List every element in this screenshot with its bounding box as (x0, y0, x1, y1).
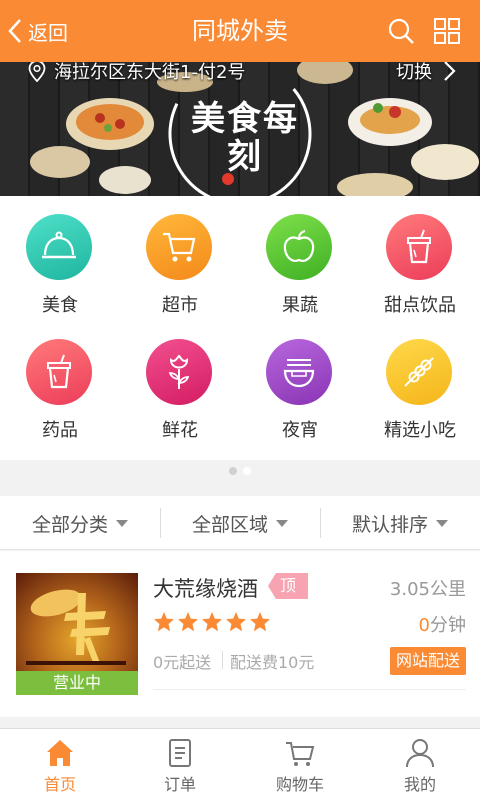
shop-name: 大荒缘烧酒 (153, 577, 258, 601)
switch-label: 切换 (396, 62, 432, 83)
caret-down-icon (116, 519, 128, 527)
category-circle (26, 339, 92, 405)
category-desserts-drinks[interactable]: 甜点饮品 (360, 196, 480, 321)
filter-label: 全部分类 (31, 513, 108, 536)
shop-list-item[interactable]: 营业中 大荒缘烧酒 顶 3.05公里 0分钟 0元起送 配送费10元 网站配送 (0, 551, 480, 717)
category-grid: 美食 超市 果蔬 甜点饮品 药品 鲜花 夜宵 精选小吃 (0, 196, 480, 460)
grid-icon (434, 18, 460, 44)
filter-bar: 全部分类 全部区域 默认排序 (0, 496, 480, 550)
star-icon (202, 612, 222, 632)
medicine-icon (47, 354, 71, 389)
category-circle (146, 214, 212, 280)
rose-icon (168, 354, 190, 389)
back-button[interactable]: 返回 (8, 12, 68, 50)
home-icon (47, 740, 73, 766)
noodle-bowl-icon (283, 359, 315, 388)
filter-area[interactable]: 全部区域 (160, 496, 320, 550)
drink-cup-icon (407, 229, 431, 264)
filter-label: 全部区域 (191, 513, 268, 536)
shop-list: 营业中 大荒缘烧酒 顶 3.05公里 0分钟 0元起送 配送费10元 网站配送 (0, 551, 480, 717)
location-display: 海拉尔区东大街1-付2号 (28, 62, 245, 84)
order-icon (169, 739, 191, 767)
chevron-left-icon (8, 19, 21, 43)
category-circle (146, 339, 212, 405)
cloche-icon (42, 231, 76, 259)
category-circle (26, 214, 92, 280)
tab-orders[interactable]: 订单 (120, 729, 240, 800)
tab-profile[interactable]: 我的 (360, 729, 480, 800)
apple-icon (283, 230, 315, 262)
shop-logo-image (26, 589, 126, 665)
category-label: 鲜花 (162, 420, 198, 441)
shop-thumbnail: 营业中 (16, 573, 138, 695)
address-text: 海拉尔区东大街1-付2号 (54, 62, 246, 83)
category-circle (386, 339, 452, 405)
banner-slogan: 美食每刻 (191, 99, 299, 177)
category-label: 药品 (42, 420, 78, 441)
category-medicine[interactable]: 药品 (0, 321, 120, 446)
category-label: 夜宵 (282, 420, 318, 441)
tab-home[interactable]: 首页 (0, 729, 120, 800)
category-snacks[interactable]: 精选小吃 (360, 321, 480, 446)
row-divider (153, 689, 466, 690)
category-fruits-vegetables[interactable]: 果蔬 (240, 196, 360, 321)
star-icon (178, 612, 198, 632)
search-icon (388, 18, 414, 44)
promo-banner[interactable]: 美食每刻 海拉尔区东大街1-付2号 切换 (0, 62, 480, 196)
delivery-fee: 配送费10元 (230, 653, 315, 672)
caret-down-icon (276, 519, 288, 527)
delivery-time-unit: 分钟 (430, 615, 466, 636)
app-header: 返回 同城外卖 (0, 0, 480, 62)
delivery-type-badge: 网站配送 (389, 647, 466, 675)
top-tag-badge: 顶 (268, 573, 309, 599)
pager-dot-active[interactable] (243, 467, 251, 475)
grid-menu-button[interactable] (430, 14, 464, 48)
delivery-time-value: 0 (418, 615, 430, 636)
category-label: 美食 (42, 295, 78, 316)
meta-divider (222, 651, 223, 669)
tab-label: 我的 (403, 775, 436, 794)
location-pin-icon (28, 62, 46, 82)
cart-icon (286, 742, 315, 766)
bottom-tab-bar: 首页 订单 购物车 我的 (0, 728, 480, 800)
tab-label: 订单 (163, 775, 196, 794)
shopping-cart-icon (163, 232, 196, 262)
tab-label: 首页 (43, 775, 76, 794)
category-flowers[interactable]: 鲜花 (120, 321, 240, 446)
category-label: 超市 (162, 295, 198, 316)
category-pager (0, 460, 480, 482)
filter-category[interactable]: 全部分类 (0, 496, 160, 550)
star-icon (250, 612, 270, 632)
shop-status-badge: 营业中 (16, 671, 138, 695)
filter-sort[interactable]: 默认排序 (320, 496, 480, 550)
shop-distance: 3.05公里 (389, 579, 466, 600)
switch-location-button[interactable]: 切换 (396, 62, 456, 84)
category-label: 果蔬 (282, 295, 318, 316)
skewer-icon (404, 357, 434, 387)
back-label: 返回 (28, 20, 68, 45)
search-button[interactable] (384, 14, 418, 48)
category-label: 甜点饮品 (384, 295, 456, 316)
min-order: 0元起送 (153, 653, 212, 672)
tab-cart[interactable]: 购物车 (240, 729, 360, 800)
category-circle (266, 339, 332, 405)
category-circle (266, 214, 332, 280)
delivery-time: 0分钟 (419, 611, 466, 637)
filter-label: 默认排序 (351, 513, 428, 536)
pager-dot[interactable] (229, 467, 237, 475)
caret-down-icon (436, 519, 448, 527)
user-icon (406, 739, 434, 768)
category-food[interactable]: 美食 (0, 196, 120, 321)
category-label: 精选小吃 (384, 420, 456, 441)
star-icon (154, 612, 174, 632)
category-supermarket[interactable]: 超市 (120, 196, 240, 321)
star-icon (226, 612, 246, 632)
tab-label: 购物车 (275, 775, 324, 794)
chevron-right-icon (444, 62, 456, 81)
category-circle (386, 214, 452, 280)
category-late-night[interactable]: 夜宵 (240, 321, 360, 446)
star-rating (153, 611, 271, 633)
